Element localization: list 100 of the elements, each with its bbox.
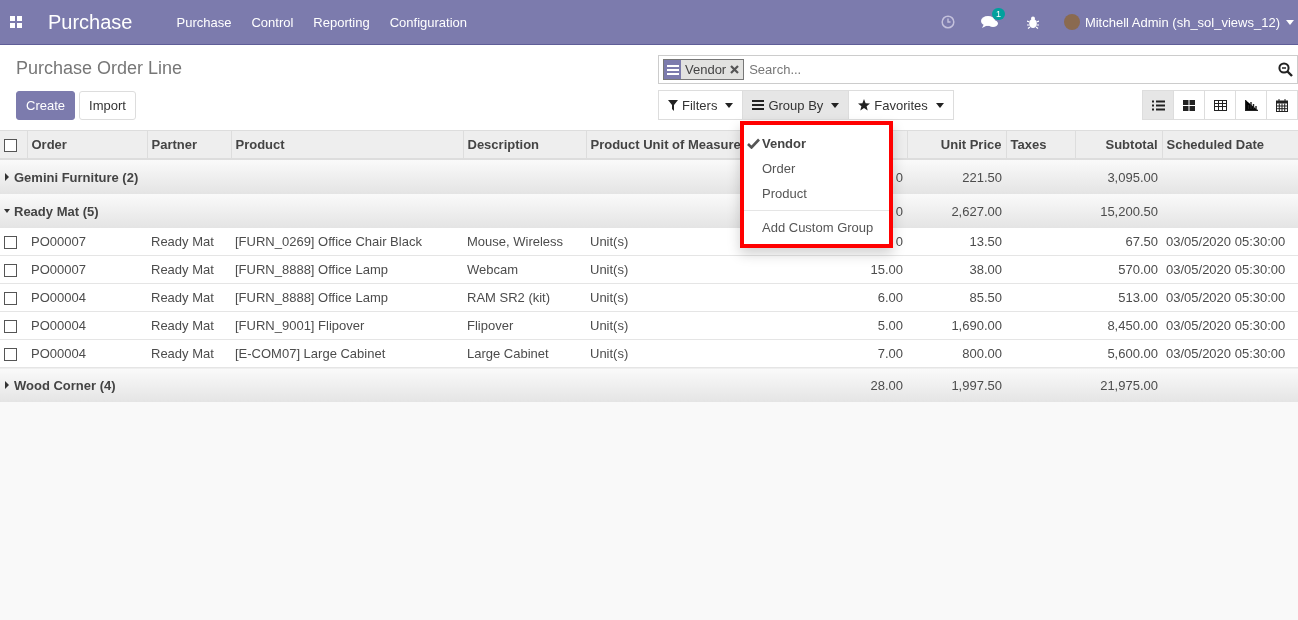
group-quantity: 28.00	[870, 377, 903, 393]
group-unit-price: 1,997.50	[951, 377, 1002, 393]
group-subtotal: 15,200.50	[1100, 203, 1158, 219]
funnel-icon	[668, 99, 678, 111]
table-cell: Flipover	[467, 318, 514, 333]
table-cell: RAM SR2 (kit)	[467, 290, 551, 305]
table-cell: 8,450.00	[1107, 318, 1158, 333]
grid-icon	[1183, 99, 1195, 111]
table-cell: Ready Mat	[151, 346, 214, 361]
table-cell: Webcam	[467, 262, 519, 277]
star-icon	[858, 99, 871, 111]
notification-badge: 1	[991, 8, 1005, 20]
table-cell: PO00007	[31, 262, 86, 277]
group-subtotal: 3,095.00	[1107, 169, 1158, 185]
caret-icon	[725, 102, 734, 108]
apps-menu-icon[interactable]	[10, 16, 22, 28]
filters-button[interactable]: Filters	[658, 90, 744, 120]
column-header[interactable]: Product	[235, 137, 285, 152]
user-menu[interactable]: Mitchell Admin (sh_sol_views_12)	[1084, 14, 1280, 30]
remove-icon[interactable]	[730, 65, 740, 74]
table-cell: 67.50	[1125, 234, 1158, 249]
list-view-button[interactable]	[1142, 90, 1174, 120]
caret-right-icon	[4, 173, 10, 182]
table-cell: 5,600.00	[1107, 346, 1158, 361]
caret-icon[interactable]	[1286, 19, 1294, 25]
create-button[interactable]: Create	[16, 91, 76, 120]
table-cell: Large Cabinet	[467, 346, 549, 361]
group-by-button[interactable]: Group By	[742, 90, 850, 120]
table-cell: 6.00	[877, 290, 903, 305]
table-cell: 1,690.00	[951, 318, 1002, 333]
bar-chart-icon	[1244, 99, 1258, 111]
graph-view-button[interactable]	[1235, 90, 1267, 120]
table-cell: PO00007	[31, 234, 86, 249]
page-title: Purchase Order Line	[16, 58, 183, 79]
table-cell: [FURN_8888] Office Lamp	[235, 262, 388, 277]
search-field[interactable]: Vendor Search...	[658, 55, 1298, 84]
calendar-icon	[1276, 98, 1288, 112]
group-by-option[interactable]: Vendor	[744, 131, 889, 156]
table-cell: Ready Mat	[151, 234, 214, 249]
kanban-view-button[interactable]	[1173, 90, 1205, 120]
caret-icon	[935, 102, 944, 108]
search-icon[interactable]	[1278, 62, 1293, 77]
table-cell: Mouse, Wireless	[467, 234, 564, 249]
table-cell: 570.00	[1118, 262, 1158, 277]
row-checkbox[interactable]	[4, 348, 17, 362]
column-header[interactable]: Order	[31, 137, 67, 152]
row-checkbox[interactable]	[4, 264, 17, 278]
pivot-view-button[interactable]	[1204, 90, 1236, 120]
table-cell: Unit(s)	[590, 290, 629, 305]
table-cell: 13.50	[969, 234, 1002, 249]
table-icon	[1213, 99, 1227, 111]
table-cell: [E-COM07] Large Cabinet	[235, 346, 386, 361]
add-custom-group-link[interactable]: Add Custom Group	[744, 215, 889, 240]
table-cell: 0	[895, 234, 903, 249]
table-cell: Ready Mat	[151, 318, 214, 333]
group-header[interactable]: Gemini Furniture (2)	[4, 169, 139, 185]
select-all-checkbox[interactable]	[4, 139, 17, 153]
table-cell: 85.50	[969, 290, 1002, 305]
table-cell: 03/05/2020 05:30:00	[1166, 234, 1286, 249]
bars-icon	[752, 100, 765, 110]
group-by-option[interactable]: Product	[744, 181, 889, 206]
search-facet[interactable]: Vendor	[663, 59, 745, 80]
table-cell: 800.00	[962, 346, 1002, 361]
menu-item[interactable]: Control	[251, 14, 294, 30]
table-cell: 513.00	[1118, 290, 1158, 305]
menu-item[interactable]: Purchase	[176, 14, 232, 30]
table-cell: [FURN_0269] Office Chair Black	[235, 234, 422, 249]
table-cell: Unit(s)	[590, 318, 629, 333]
table-cell: 03/05/2020 05:30:00	[1166, 346, 1286, 361]
row-checkbox[interactable]	[4, 320, 17, 334]
row-checkbox[interactable]	[4, 236, 17, 250]
menu-item[interactable]: Configuration	[389, 14, 468, 30]
table-cell: Unit(s)	[590, 234, 629, 249]
table-cell: 5.00	[877, 318, 903, 333]
group-header[interactable]: Ready Mat (5)	[4, 203, 99, 219]
group-by-icon	[666, 64, 679, 75]
group-header[interactable]: Wood Corner (4)	[4, 377, 116, 393]
group-by-option[interactable]: Order	[744, 156, 889, 181]
group-quantity: 0	[895, 169, 903, 185]
table-cell: Unit(s)	[590, 346, 629, 361]
table-cell: Unit(s)	[590, 262, 629, 277]
calendar-view-button[interactable]	[1266, 90, 1298, 120]
table-cell: PO00004	[31, 346, 86, 361]
table-cell: Ready Mat	[151, 290, 214, 305]
caret-right-icon	[4, 381, 10, 390]
row-checkbox[interactable]	[4, 292, 17, 306]
caret-icon	[831, 102, 840, 108]
table-cell: 03/05/2020 05:30:00	[1166, 290, 1286, 305]
bug-icon[interactable]	[1026, 15, 1039, 29]
favorites-button[interactable]: Favorites	[848, 90, 954, 120]
table-cell: PO00004	[31, 318, 86, 333]
import-button[interactable]: Import	[79, 91, 136, 120]
table-cell: Ready Mat	[151, 262, 214, 277]
menu-item[interactable]: Reporting	[313, 14, 370, 30]
group-quantity: 0	[895, 203, 903, 219]
app-title: Purchase	[48, 10, 133, 34]
chat-icon[interactable]	[980, 15, 999, 29]
table-cell: 38.00	[969, 262, 1002, 277]
facet-label: Vendor	[685, 62, 727, 77]
table-cell: 03/05/2020 05:30:00	[1166, 262, 1286, 277]
